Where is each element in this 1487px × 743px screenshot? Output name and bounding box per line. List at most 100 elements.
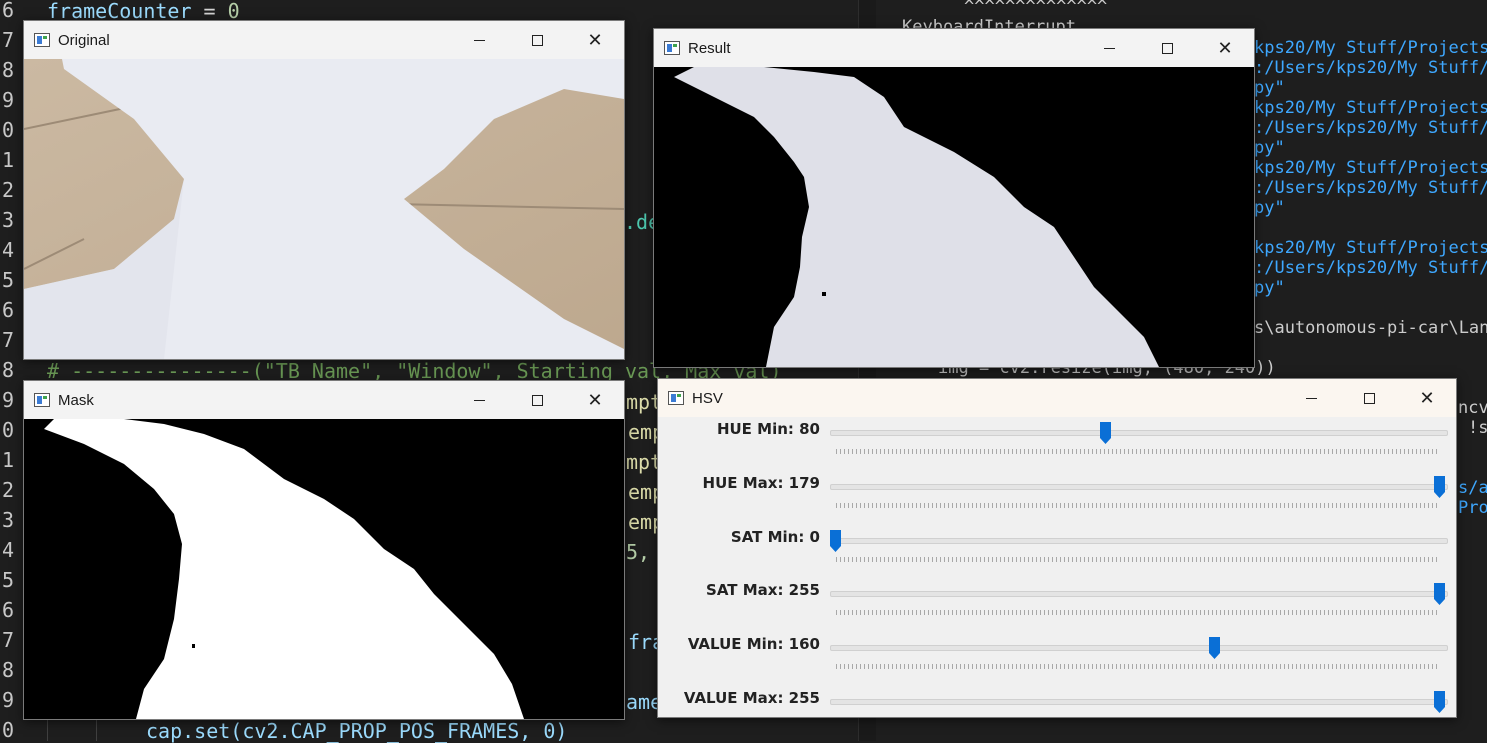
line-number: 6 (1, 298, 14, 322)
terminal-link[interactable]: :/Users/kps20/My Stuff/Pro (1254, 58, 1487, 78)
mask-image (24, 419, 624, 719)
trackbar-ticks (836, 610, 1440, 616)
terminal-link[interactable]: :/Users/kps20/My Stuff/Pro (1254, 118, 1487, 138)
line-number: 3 (1, 508, 14, 532)
mask-window[interactable]: Mask ✕ (23, 380, 625, 720)
window-title: Mask (58, 391, 94, 409)
terminal-link[interactable]: kps20/My Stuff/Projects/au (1254, 238, 1487, 258)
close-button[interactable]: ✕ (1398, 379, 1456, 417)
trackbar-ticks (836, 502, 1440, 508)
maximize-button[interactable] (1138, 29, 1196, 67)
mask-titlebar[interactable]: Mask ✕ (24, 381, 624, 419)
minimize-button[interactable] (450, 381, 508, 419)
original-titlebar[interactable]: Original ✕ (24, 21, 624, 59)
maximize-button[interactable] (508, 21, 566, 59)
terminal-link[interactable]: py" (1254, 78, 1285, 98)
trackbar-thumb[interactable] (1099, 421, 1112, 445)
trackbar-thumb[interactable] (1433, 690, 1446, 714)
minimize-button[interactable] (450, 21, 508, 59)
trackbar-row: VALUE Min: 160 (658, 632, 1456, 685)
result-titlebar[interactable]: Result ✕ (654, 29, 1254, 67)
close-icon: ✕ (587, 29, 603, 51)
trackbar-panel: HUE Min: 80 HUE Max: 179 SAT Min: 0 SAT Max… (658, 417, 1456, 717)
trackbar-row: HUE Min: 80 (658, 417, 1456, 470)
original-window[interactable]: Original ✕ (23, 20, 625, 360)
line-number: 4 (1, 538, 14, 562)
line-number: 7 (1, 328, 14, 352)
maximize-icon (531, 394, 543, 406)
terminal-link[interactable]: py" (1254, 278, 1285, 298)
trackbar-track[interactable] (830, 483, 1448, 490)
line-number: 2 (1, 478, 14, 502)
app-icon (668, 391, 684, 405)
terminal-fragment: !s (1468, 418, 1487, 438)
close-button[interactable]: ✕ (566, 21, 624, 59)
close-button[interactable]: ✕ (566, 381, 624, 419)
trackbar-track[interactable] (830, 699, 1448, 705)
line-number: 9 (1, 88, 14, 112)
code-line: cap.set(cv2.CAP_PROP_POS_FRAMES, 0) (146, 719, 568, 743)
maximize-button[interactable] (1340, 379, 1398, 417)
maximize-icon (1161, 42, 1173, 54)
minimize-button[interactable] (1080, 29, 1138, 67)
result-image (654, 67, 1254, 367)
trackbar-label: HUE Max: 179 (702, 473, 820, 492)
trackbar-track[interactable] (830, 430, 1448, 436)
trackbar-ticks (836, 556, 1440, 562)
line-number: 7 (1, 28, 14, 52)
maximize-button[interactable] (508, 381, 566, 419)
terminal-link[interactable]: kps20/My Stuff/Projects/au (1254, 38, 1487, 58)
trackbar-thumb[interactable] (829, 529, 842, 553)
terminal-link[interactable]: py" (1254, 198, 1285, 218)
trackbar-label: VALUE Max: 255 (683, 689, 820, 707)
window-title: Original (58, 31, 110, 49)
original-image (24, 59, 624, 359)
terminal-line: s\autonomous-pi-car\LaneDe (1254, 318, 1487, 338)
terminal-link[interactable]: :/Users/kps20/My Stuff/Pro (1254, 258, 1487, 278)
hsv-titlebar[interactable]: HSV ✕ (658, 379, 1456, 417)
line-number: 1 (1, 448, 14, 472)
trackbar-ticks (836, 449, 1440, 454)
trackbar-track[interactable] (830, 591, 1448, 598)
line-number: 8 (1, 658, 14, 682)
maximize-icon (1363, 392, 1375, 404)
line-number: 6 (1, 598, 14, 622)
trackbar-label: SAT Min: 0 (730, 527, 820, 546)
terminal-link[interactable]: kps20/My Stuff/Projects/au (1254, 158, 1487, 178)
trackbar-track[interactable] (830, 645, 1448, 652)
terminal-fragment[interactable]: s/au (1458, 478, 1487, 498)
close-icon: ✕ (1217, 37, 1233, 59)
trackbar-label: VALUE Min: 160 (687, 635, 820, 654)
trackbar-row: VALUE Max: 255 (658, 686, 1456, 717)
maximize-icon (531, 34, 543, 46)
line-number: 9 (1, 388, 14, 412)
trackbar-track[interactable] (830, 537, 1448, 544)
terminal-link[interactable]: py" (1254, 138, 1285, 158)
line-number: 3 (1, 208, 14, 232)
trackbar-label: SAT Max: 255 (706, 581, 820, 600)
code-line: frameCounter = 0 (47, 0, 240, 22)
close-button[interactable]: ✕ (1196, 29, 1254, 67)
terminal-fragment[interactable]: Pro (1458, 498, 1487, 518)
line-number: 1 (1, 148, 14, 172)
line-number: 9 (1, 688, 14, 712)
camera-frame (24, 59, 624, 359)
line-number: 5 (1, 268, 14, 292)
app-icon (34, 393, 50, 407)
hsv-window[interactable]: HSV ✕ HUE Min: 80 HUE Max: 179 SAT Min: 0 S… (657, 378, 1457, 718)
close-icon: ✕ (1419, 387, 1435, 409)
close-icon: ✕ (587, 389, 603, 411)
line-number: 0 (1, 418, 14, 442)
result-window[interactable]: Result ✕ (653, 28, 1255, 368)
trackbar-ticks (836, 664, 1440, 670)
window-title: HSV (692, 389, 723, 407)
terminal-link[interactable]: kps20/My Stuff/Projects/au (1254, 98, 1487, 118)
minimize-button[interactable] (1282, 379, 1340, 417)
trackbar-row: HUE Max: 179 (658, 471, 1456, 524)
trackbar-thumb[interactable] (1433, 582, 1446, 606)
trackbar-label: HUE Min: 80 (716, 420, 820, 438)
line-number: 6 (1, 0, 14, 22)
terminal-link[interactable]: :/Users/kps20/My Stuff/Pro (1254, 178, 1487, 198)
trackbar-thumb[interactable] (1433, 475, 1446, 499)
trackbar-thumb[interactable] (1208, 636, 1221, 660)
